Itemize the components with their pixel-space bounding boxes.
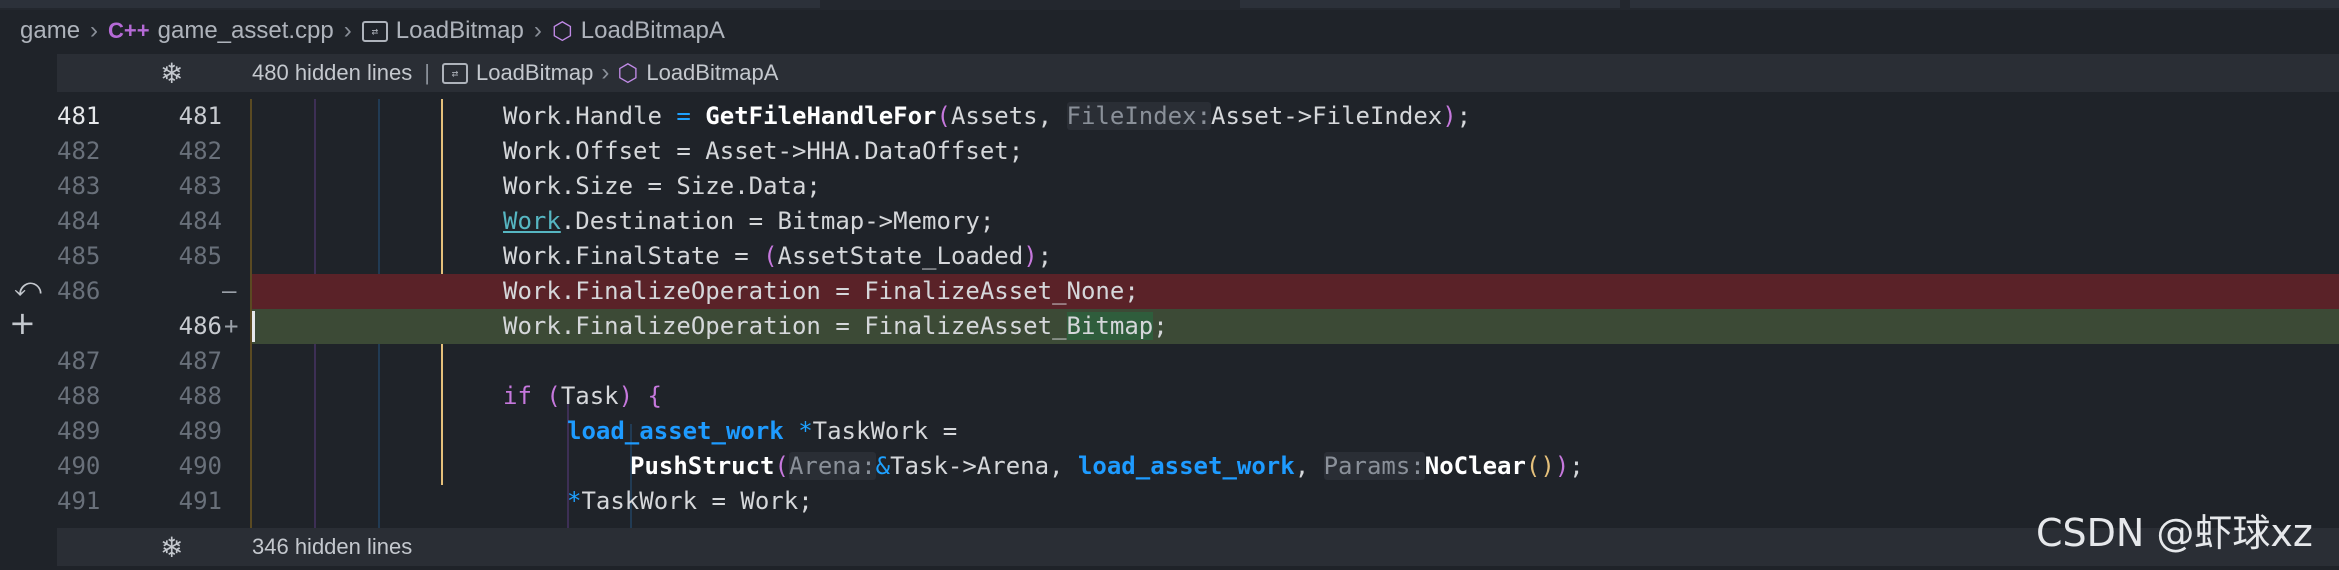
tab-strip-segment — [1240, 0, 1620, 8]
chevron-right-icon: › — [601, 59, 610, 86]
line-number-modified: 481 — [178, 102, 222, 130]
line-number-original: 491 — [57, 487, 101, 515]
revert-icon[interactable]: ⤺ — [14, 272, 42, 304]
code-text: Work.FinalizeOperation = FinalizeAsset_B… — [503, 312, 1168, 340]
tab-strip-segment — [1630, 0, 2339, 8]
chevron-right-icon: › — [343, 17, 352, 44]
line-number-original: 485 — [57, 242, 101, 270]
code-line[interactable]: 484 484 Work.Destination = Bitmap->Memor… — [0, 204, 2339, 239]
fold-icon[interactable]: ❄ — [160, 57, 183, 90]
code-text: Work.Destination = Bitmap->Memory; — [503, 207, 995, 235]
code-line[interactable]: 485 485 Work.FinalState = (AssetState_Lo… — [0, 239, 2339, 274]
word-change-highlight: Bitmap — [1066, 312, 1154, 340]
deleted-marker: — — [222, 277, 237, 305]
line-number-original: 486 — [57, 277, 101, 305]
line-number-modified: 484 — [178, 207, 222, 235]
code-line[interactable]: 489 489 load_asset_work *TaskWork = — [0, 414, 2339, 449]
top-tab-strip — [0, 0, 2339, 10]
code-text: Work.Size = Size.Data; — [503, 172, 821, 200]
line-number-modified: 487 — [178, 347, 222, 375]
code-line[interactable]: 491 491 *TaskWork = Work; — [0, 484, 2339, 519]
hidden-lines-count: 346 hidden lines — [252, 534, 413, 559]
hidden-lines-fold-bottom[interactable]: ❄ 346 hidden lines — [57, 528, 2339, 566]
chevron-right-icon: › — [533, 17, 542, 44]
line-number-modified: 483 — [178, 172, 222, 200]
method-icon: ⇄ — [361, 20, 388, 42]
method-icon: ⇄ — [441, 62, 468, 84]
fold-breadcrumb-function[interactable]: LoadBitmap — [476, 60, 593, 86]
line-number-modified: 486 — [178, 312, 222, 340]
diff-editor[interactable]: 481 481 Work.Handle = GetFileHandleFor(A… — [0, 99, 2339, 528]
code-text: Work.Handle = GetFileHandleFor(Assets, F… — [503, 102, 1472, 130]
tab-strip-segment — [0, 0, 820, 8]
plus-icon[interactable]: + — [9, 304, 36, 342]
code-text: load_asset_work *TaskWork = — [567, 417, 958, 445]
chevron-right-icon: › — [90, 17, 99, 44]
breadcrumb: game › C++ game_asset.cpp › ⇄ LoadBitmap… — [0, 12, 2339, 50]
cpp-icon: C++ — [108, 18, 150, 43]
code-line[interactable]: 482 482 Work.Offset = Asset->HHA.DataOff… — [0, 134, 2339, 169]
watermark: CSDN @虾球xz — [2036, 511, 2313, 555]
divider: | — [424, 60, 430, 85]
hidden-lines-fold-top[interactable]: ❄ 480 hidden lines | ⇄ LoadBitmap › ⬡ Lo… — [57, 54, 2339, 92]
inlay-hint: Params: — [1323, 452, 1425, 480]
line-number-modified: 482 — [178, 137, 222, 165]
text-cursor — [252, 311, 255, 342]
line-number-original: 490 — [57, 452, 101, 480]
code-text: Work.FinalizeOperation = FinalizeAsset_N… — [503, 277, 1139, 305]
fold-label: 480 hidden lines | ⇄ LoadBitmap › ⬡ Load… — [252, 59, 778, 88]
fold-breadcrumb-symbol[interactable]: LoadBitmapA — [646, 60, 778, 86]
line-number-modified: 488 — [178, 382, 222, 410]
code-line[interactable]: 483 483 Work.Size = Size.Data; — [0, 169, 2339, 204]
code-line[interactable]: 481 481 Work.Handle = GetFileHandleFor(A… — [0, 99, 2339, 134]
code-text: Work.FinalState = (AssetState_Loaded); — [503, 242, 1053, 270]
line-number-original: 484 — [57, 207, 101, 235]
line-number-original: 483 — [57, 172, 101, 200]
code-line[interactable]: 487 487 — [0, 344, 2339, 379]
line-number-original: 487 — [57, 347, 101, 375]
breadcrumb-item-file[interactable]: game_asset.cpp — [158, 17, 334, 45]
line-number-original: 488 — [57, 382, 101, 410]
code-text: *TaskWork = Work; — [567, 487, 813, 515]
added-line[interactable]: 486 + Work.FinalizeOperation = FinalizeA… — [0, 309, 2339, 344]
hidden-lines-count: 480 hidden lines — [252, 60, 413, 85]
cube-icon: ⬡ — [617, 59, 639, 87]
code-text: Work.Offset = Asset->HHA.DataOffset; — [503, 137, 1024, 165]
line-number-modified: 491 — [178, 487, 222, 515]
breadcrumb-item-function[interactable]: LoadBitmap — [396, 17, 524, 45]
fold-icon[interactable]: ❄ — [160, 531, 183, 564]
deleted-line[interactable]: 486 — Work.FinalizeOperation = FinalizeA… — [0, 274, 2339, 309]
code-text: if (Task) { — [503, 382, 662, 410]
breadcrumb-item-folder[interactable]: game — [20, 17, 80, 45]
line-number-modified: 490 — [178, 452, 222, 480]
line-number-modified: 485 — [178, 242, 222, 270]
line-number-modified: 489 — [178, 417, 222, 445]
line-number-original: 489 — [57, 417, 101, 445]
cube-icon: ⬡ — [551, 17, 573, 45]
inlay-hint: Arena: — [788, 452, 876, 480]
code-line[interactable]: 488 488 if (Task) { — [0, 379, 2339, 414]
line-number-original: 482 — [57, 137, 101, 165]
code-text: PushStruct(Arena:&Task->Arena, load_asse… — [630, 452, 1584, 480]
added-marker: + — [224, 312, 239, 340]
code-line[interactable]: 490 490 PushStruct(Arena:&Task->Arena, l… — [0, 449, 2339, 484]
breadcrumb-item-symbol[interactable]: LoadBitmapA — [581, 17, 725, 45]
line-number-original: 481 — [57, 102, 101, 130]
inlay-hint: FileIndex: — [1066, 102, 1212, 130]
